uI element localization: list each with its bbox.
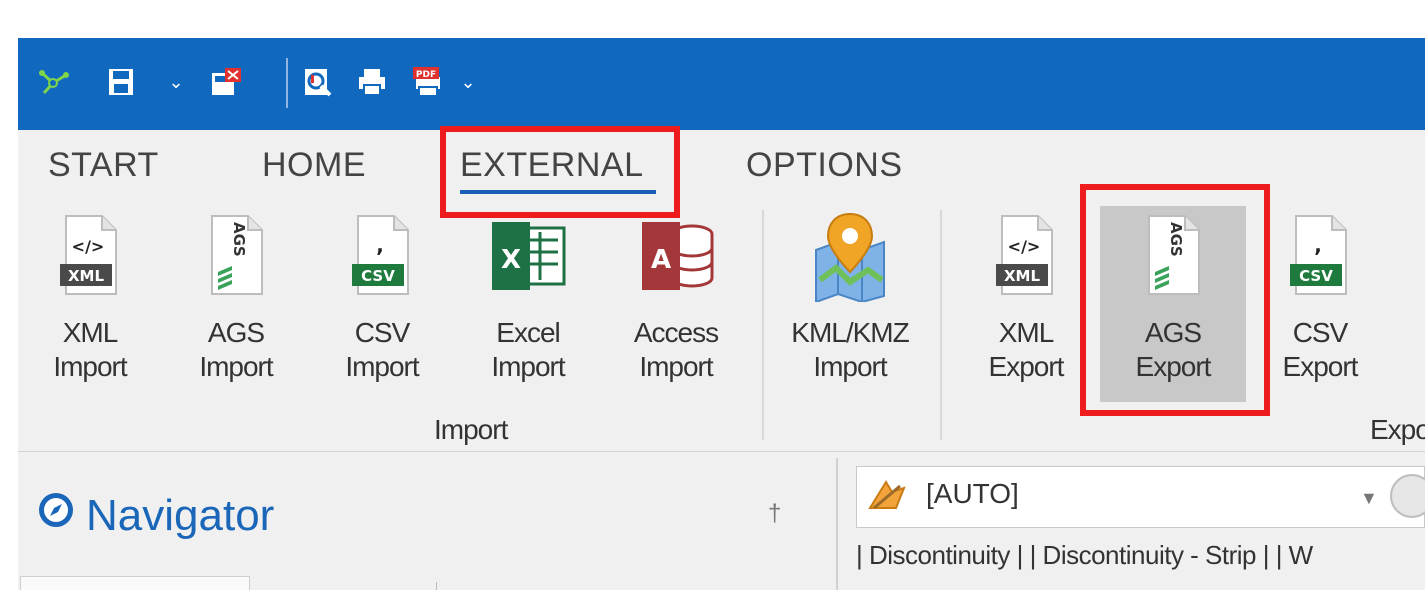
csv-file-icon: , CSV	[350, 214, 414, 305]
excel-import-button[interactable]: X Excel Import	[478, 200, 578, 400]
external-tab-highlight	[440, 126, 680, 218]
svg-text:,: ,	[376, 233, 384, 257]
excel-icon: X	[488, 222, 568, 297]
ags-export-highlight	[1080, 184, 1270, 416]
svg-text:AGS: AGS	[230, 222, 248, 257]
csv-export-button[interactable]: , CSV CSV Export	[1270, 200, 1370, 400]
csv-file-icon: , CSV	[1288, 214, 1352, 305]
xml-import-button[interactable]: </> XML XML Import	[40, 200, 140, 400]
svg-text:A: A	[651, 245, 671, 275]
svg-text:CSV: CSV	[361, 267, 395, 285]
xml-export-button[interactable]: </> XML XML Export	[976, 200, 1076, 400]
view-tab-strip[interactable]: | Discontinuity | | Discontinuity - Stri…	[856, 540, 1313, 571]
save-icon[interactable]	[104, 62, 138, 102]
navigator-divider	[436, 582, 437, 590]
tab-options[interactable]: OPTIONS	[746, 146, 903, 185]
svg-text:XML: XML	[1004, 267, 1040, 285]
navigator-header: Navigator	[36, 490, 274, 541]
svg-text:</>: </>	[1008, 237, 1041, 256]
navigator-title: Navigator	[86, 490, 275, 540]
tab-home[interactable]: HOME	[262, 146, 366, 185]
quick-access-toolbar: ⌄ PDF ⌄	[18, 38, 1425, 130]
xml-export-label: XML Export	[988, 317, 1065, 382]
access-import-label: Access Import	[633, 317, 719, 382]
ribbon-separator	[762, 210, 764, 440]
ags-import-label: AGS Import	[199, 317, 273, 382]
svg-text:XML: XML	[68, 267, 104, 285]
import-group-label: Import	[434, 414, 508, 445]
pdf-icon[interactable]: PDF	[408, 62, 448, 102]
compass-icon	[36, 490, 76, 541]
print-preview-icon[interactable]	[300, 62, 336, 102]
csv-import-label: CSV Import	[345, 317, 419, 382]
map-pin-icon	[810, 210, 890, 307]
graph-icon[interactable]	[32, 62, 74, 102]
ribbon-group-separator	[940, 210, 942, 440]
xml-file-icon: </> XML	[58, 214, 122, 305]
close-file-icon[interactable]	[208, 62, 244, 102]
svg-text:,: ,	[1314, 233, 1322, 257]
combo-dropdown-icon[interactable]: ▼	[1360, 488, 1378, 509]
toolbar-separator	[286, 58, 288, 108]
access-import-button[interactable]: A Access Import	[626, 200, 726, 400]
layout-combo-value: [AUTO]	[926, 478, 1019, 509]
pdf-dropdown-icon[interactable]: ⌄	[458, 62, 478, 102]
svg-text:X: X	[501, 245, 521, 275]
print-icon[interactable]	[354, 62, 390, 102]
csv-export-label: CSV Export	[1282, 317, 1359, 382]
save-dropdown-icon[interactable]: ⌄	[166, 62, 186, 102]
kml-kmz-import-label: KML/KMZ Import	[791, 317, 909, 382]
excel-import-label: Excel Import	[491, 317, 565, 382]
ags-import-button[interactable]: AGS AGS Import	[186, 200, 286, 400]
ags-file-icon: AGS	[204, 214, 268, 305]
tab-start[interactable]: START	[48, 146, 159, 185]
svg-text:</>: </>	[72, 237, 105, 256]
export-group-label: Expo	[1370, 414, 1425, 445]
navigator-tab[interactable]	[20, 576, 250, 590]
svg-text:PDF: PDF	[416, 70, 436, 80]
access-icon: A	[636, 222, 716, 297]
xml-import-label: XML Import	[53, 317, 127, 382]
kml-kmz-import-button[interactable]: KML/KMZ Import	[786, 200, 914, 400]
csv-import-button[interactable]: , CSV CSV Import	[332, 200, 432, 400]
xml-file-icon: </> XML	[994, 214, 1058, 305]
svg-text:CSV: CSV	[1299, 267, 1333, 285]
layout-icon	[866, 478, 908, 517]
pin-icon[interactable]: †	[768, 500, 781, 528]
